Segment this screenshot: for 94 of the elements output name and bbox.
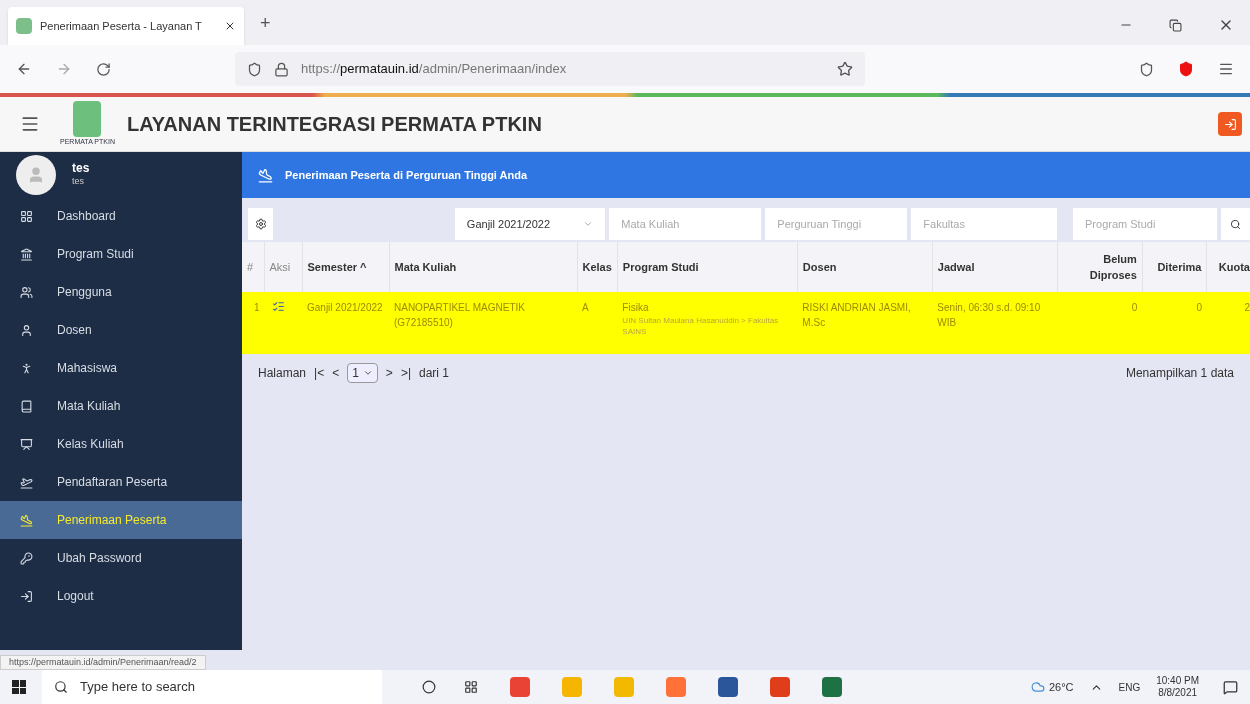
plane-takeoff-icon [20,475,33,489]
table-cell-text: Fisika [622,301,650,315]
sidebar-item[interactable]: Mahasiswa [0,349,242,387]
weather-text: 26°C [1048,679,1074,695]
panel-title: Penerimaan Peserta di Perguruan Tinggi Anda [285,167,528,183]
table-cell: NANOPARTIKEL MAGNETIK (G72185510) [389,292,577,354]
caret-icon [362,368,373,378]
column-header[interactable]: Kuota [1206,242,1250,292]
clock-time: 10:40 PM [1156,674,1199,687]
shield-icon[interactable] [1178,61,1194,77]
table-cell: 0 [1142,292,1207,354]
logout-icon [20,589,33,603]
link-status-url: https://permatauin.id/admin/Penerimaan/read/2 [0,654,206,670]
language-indicator[interactable]: ENG [1118,679,1141,695]
notification-icon[interactable] [1223,679,1238,695]
page-total: dari 1 [419,365,450,382]
task-view-icon[interactable] [464,680,478,694]
pagination-label: Halaman [258,365,307,382]
gear-icon [254,218,267,230]
table-cell: 0 [1057,292,1143,354]
next-page-button[interactable]: > [385,364,393,382]
book-icon [20,399,33,413]
bank-icon [20,247,33,261]
previous-page-button[interactable]: < [332,364,340,382]
sidebar-item[interactable]: Pendaftaran Peserta [0,463,242,501]
browser-tab[interactable]: Penerimaan Peserta - Layanan T [8,7,244,45]
result-summary: Menampilkan 1 data [1125,365,1234,382]
bookmark-star-icon[interactable] [837,61,853,77]
sidebar-item[interactable]: Ubah Password [0,539,242,577]
search-button[interactable] [1221,208,1250,240]
table-cell: Senin, 06:30 s.d. 09:10 WIB [932,292,1058,354]
users-icon [20,285,33,299]
key-icon [20,551,33,565]
sidebar-item[interactable]: Logout [0,577,242,615]
sidebar-item[interactable]: Mata Kuliah [0,387,242,425]
table-cell: RISKI ANDRIAN JASMI, M.Sc [797,292,933,354]
reload-icon[interactable] [96,61,111,77]
filter-field[interactable]: Mata Kuliah [609,208,762,240]
settings-button[interactable] [248,208,274,240]
logo-icon [73,100,102,137]
shield-icon [247,61,262,77]
user-icon [20,323,33,337]
sidebar-item[interactable]: Dashboard [0,197,242,235]
semester-dropdown[interactable]: Ganjil 2021/2022 [454,208,606,240]
back-icon[interactable] [16,61,32,77]
taskbar-search-field[interactable]: Type here to search [42,670,382,704]
app-icon[interactable] [770,677,790,697]
checklist-icon[interactable] [272,300,285,313]
table-cell: 1 [242,292,264,354]
app-icon[interactable] [822,677,842,697]
menu-icon[interactable] [20,114,40,134]
user-name: tes [72,161,90,177]
table-cell: Ganjil 2021/2022 [302,292,389,354]
search-icon [54,680,68,694]
new-tab-button[interactable]: + [260,10,271,37]
avatar [16,154,56,195]
plane-landing-icon [258,167,273,183]
sidebar-item[interactable]: Dosen [0,311,242,349]
logo-icon [16,18,32,34]
board-icon [20,437,33,451]
page-dropdown[interactable]: 1 [347,363,378,383]
app-title: LAYANAN TERINTEGRASI PERMATA PTKIN [127,112,542,137]
close-icon[interactable] [224,20,236,32]
url-text: https://permatauin.id/admin/Penerimaan/index [301,60,568,79]
filter-field[interactable]: Fakultas [911,208,1058,240]
logout-button[interactable] [1218,112,1242,136]
caret-icon [583,219,594,229]
app-icon[interactable] [718,677,738,697]
clock-date: 8/8/2021 [1158,687,1198,700]
user-role: tes [72,176,85,188]
restore-icon[interactable] [1169,18,1182,32]
first-page-button[interactable]: |< [314,364,325,382]
windows-start-icon[interactable] [12,680,26,694]
person-icon [20,361,33,375]
tab-title: Penerimaan Peserta - Layanan T [40,18,203,34]
plane-landing-icon [20,513,33,527]
sidebar-item[interactable]: Penerimaan Peserta [0,501,242,539]
cortana-icon[interactable] [422,680,436,694]
sidebar-item[interactable]: Program Studi [0,235,242,273]
logout-icon [1223,117,1237,131]
sidebar-item[interactable]: Pengguna [0,273,242,311]
lock-icon [274,61,289,77]
table-cell: 2 [1206,292,1250,354]
filter-field[interactable]: Program Studi [1073,208,1218,240]
faculty-text: UIN Sultan Maulana Hasanuddin > Fakultas SAINS [622,315,780,337]
sidebar-item[interactable]: Kelas Kuliah [0,425,242,463]
search-icon [1230,218,1241,230]
filter-field[interactable]: Perguruan Tinggi [765,208,908,240]
table-cell: A [577,292,618,354]
menu-icon[interactable] [1218,61,1234,77]
grid-icon [20,209,33,223]
weather-icon [1030,680,1045,694]
address-bar[interactable]: https://permatauin.id/admin/Penerimaan/index [235,52,865,86]
last-page-button[interactable]: >| [400,364,411,382]
